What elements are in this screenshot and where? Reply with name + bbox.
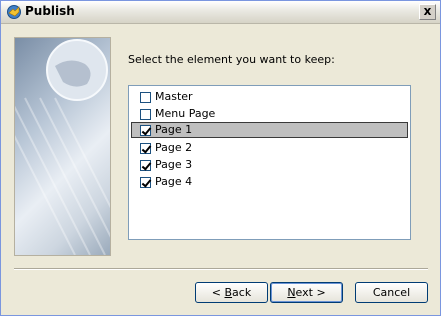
- item-label: Master: [155, 90, 193, 103]
- checkbox-page-4[interactable]: [140, 177, 151, 188]
- wizard-banner-image: [14, 37, 111, 256]
- back-label-rest: ack: [232, 286, 252, 299]
- list-item-page-3[interactable]: Page 3: [131, 157, 408, 173]
- cancel-label: Cancel: [372, 286, 411, 299]
- title-bar: Publish x: [1, 1, 440, 24]
- element-checklist[interactable]: Master Menu Page Page 1 Page 2 Page 3 Pa…: [128, 85, 411, 240]
- checkbox-master[interactable]: [140, 92, 151, 103]
- list-item-page-1[interactable]: Page 1: [131, 122, 408, 138]
- checkbox-page-3[interactable]: [140, 160, 151, 171]
- back-arrow: <: [211, 286, 225, 299]
- next-button[interactable]: Next >: [270, 282, 343, 303]
- item-label: Page 4: [155, 175, 193, 188]
- list-item-page-4[interactable]: Page 4: [131, 174, 408, 190]
- checkbox-page-1[interactable]: [140, 125, 151, 136]
- next-mnemonic: N: [287, 286, 296, 299]
- window-title: Publish: [25, 4, 75, 18]
- publish-app-icon: [7, 5, 21, 19]
- checkbox-menu-page[interactable]: [140, 109, 151, 120]
- close-button[interactable]: x: [419, 4, 436, 20]
- list-item-menu-page[interactable]: Menu Page: [131, 106, 408, 122]
- checkbox-page-2[interactable]: [140, 143, 151, 154]
- item-label: Page 3: [155, 158, 193, 171]
- list-item-master[interactable]: Master: [131, 89, 408, 105]
- back-button[interactable]: < Back: [195, 282, 268, 303]
- footer-separator: [14, 268, 428, 270]
- close-icon: x: [423, 4, 432, 18]
- list-item-page-2[interactable]: Page 2: [131, 140, 408, 156]
- item-label: Page 1: [155, 123, 193, 136]
- item-label: Page 2: [155, 141, 193, 154]
- back-mnemonic: B: [224, 286, 233, 299]
- item-label: Menu Page: [155, 107, 216, 120]
- publish-dialog: Publish x Select the element you want to…: [0, 0, 441, 316]
- cancel-button[interactable]: Cancel: [355, 282, 428, 303]
- next-label-rest: ext >: [295, 286, 326, 299]
- instruction-text: Select the element you want to keep:: [128, 53, 335, 66]
